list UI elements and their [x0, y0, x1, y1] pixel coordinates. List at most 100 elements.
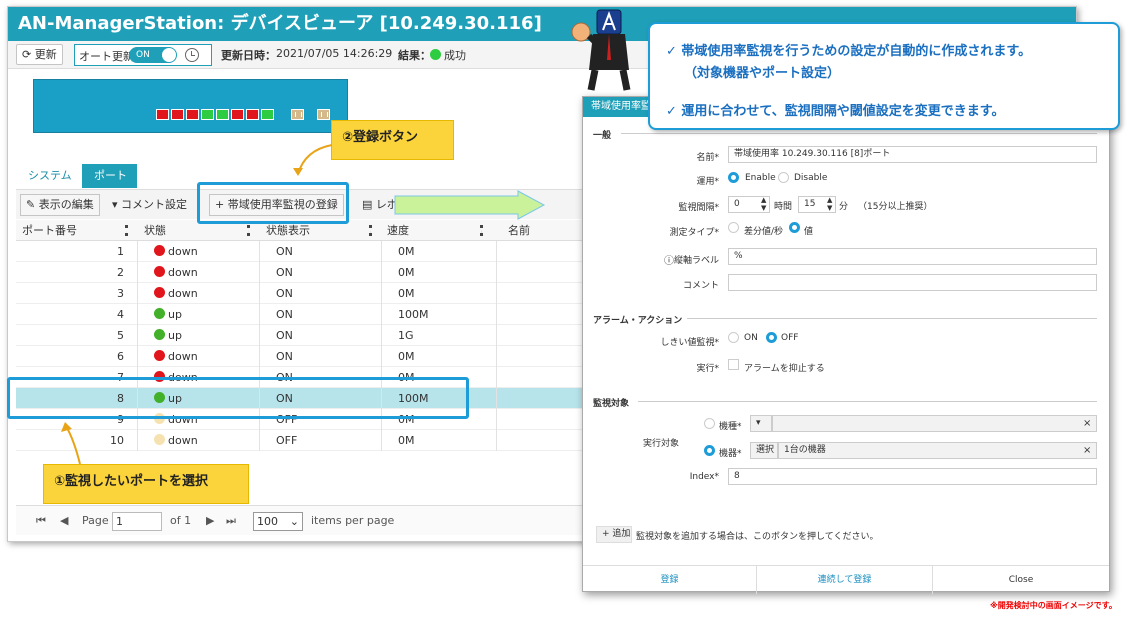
- speed-cell: 0M: [398, 287, 415, 300]
- plus-icon: +: [602, 529, 610, 539]
- measure-diff-radio[interactable]: [728, 222, 739, 233]
- port-6-icon[interactable]: [231, 109, 244, 120]
- dialog-footer: 登録 連続して登録 Close: [583, 565, 1109, 594]
- port-10-icon[interactable]: [317, 109, 330, 120]
- last-page-icon[interactable]: ⏭: [226, 514, 236, 528]
- divider: [496, 262, 497, 283]
- edit-display-button[interactable]: ✎ 表示の編集: [20, 194, 100, 216]
- status-dot-icon: [154, 434, 165, 445]
- minutes-unit: 分: [839, 202, 849, 212]
- vertical-label-label: 縦軸ラベル: [673, 256, 719, 266]
- measure-value-radio[interactable]: [789, 222, 800, 233]
- status-dot-icon: [154, 329, 165, 340]
- suppress-alarm-checkbox[interactable]: [728, 359, 739, 370]
- select-device-button[interactable]: 選択: [750, 442, 778, 459]
- page-label: Page: [82, 514, 109, 527]
- status-cell: up: [148, 325, 258, 346]
- disable-radio[interactable]: [778, 172, 789, 183]
- column-menu-icon[interactable]: [247, 225, 250, 236]
- table-row[interactable]: 10 down OFF 0M: [16, 430, 596, 451]
- col-name[interactable]: 名前: [502, 220, 592, 241]
- port-3-icon[interactable]: [186, 109, 199, 120]
- column-menu-icon[interactable]: [369, 225, 372, 236]
- status-dot-icon: [154, 350, 165, 361]
- status-dot-icon: [154, 245, 165, 256]
- close-icon[interactable]: ×: [1083, 418, 1091, 429]
- divider: [496, 409, 497, 430]
- threshold-on-radio[interactable]: [728, 332, 739, 343]
- table-row[interactable]: 1 down ON 0M: [16, 241, 596, 262]
- speed-cell: 0M: [398, 350, 415, 363]
- status-cell: down: [148, 283, 258, 304]
- port-5-icon[interactable]: [216, 109, 229, 120]
- pagination: ⏮ ◀ Page 1 of 1 ▶ ⏭ 100 ⌄ items per page: [16, 505, 596, 535]
- index-field[interactable]: 8: [728, 468, 1097, 485]
- enable-radio[interactable]: [728, 172, 739, 183]
- device-radio[interactable]: [704, 445, 715, 456]
- development-note: ※開発検討中の画面イメージです。: [990, 601, 1117, 610]
- refresh-button[interactable]: ⟳ 更新: [16, 44, 63, 65]
- col-port-number[interactable]: ポート番号: [16, 220, 132, 241]
- model-radio[interactable]: [704, 418, 715, 429]
- table-row[interactable]: 5 up ON 1G: [16, 325, 596, 346]
- clock-icon[interactable]: [185, 48, 199, 62]
- status-cell: down: [148, 241, 258, 262]
- close-button[interactable]: Close: [933, 566, 1109, 594]
- divider: [259, 283, 260, 304]
- auto-refresh-control: オート更新 ON: [74, 44, 212, 66]
- page-input[interactable]: 1: [112, 512, 162, 531]
- divider: [137, 262, 138, 283]
- model-dropdown[interactable]: ▾: [750, 415, 772, 432]
- divider: [259, 430, 260, 451]
- tab-system[interactable]: システム: [16, 164, 84, 188]
- table-row[interactable]: 4 up ON 100M: [16, 304, 596, 325]
- divider: [496, 325, 497, 346]
- register-continue-button[interactable]: 連続して登録: [757, 566, 933, 594]
- first-page-icon[interactable]: ⏮: [36, 514, 46, 528]
- tab-port[interactable]: ポート: [82, 164, 137, 188]
- register-button[interactable]: 登録: [583, 566, 757, 594]
- port-number-cell: 5: [117, 329, 124, 342]
- status-display-cell: ON: [276, 287, 293, 300]
- threshold-off-radio[interactable]: [766, 332, 777, 343]
- suppress-alarm-label: アラームを抑止する: [744, 364, 825, 374]
- table-row[interactable]: 3 down ON 0M: [16, 283, 596, 304]
- column-menu-icon[interactable]: [125, 225, 128, 236]
- comment-field[interactable]: [728, 274, 1097, 291]
- stepper-arrows-icon[interactable]: ▲ ▼: [827, 196, 832, 212]
- speed-cell: 0M: [398, 266, 415, 279]
- name-field[interactable]: 帯域使用率 10.249.30.116 [8]ポート: [728, 146, 1097, 163]
- column-menu-icon[interactable]: [480, 225, 483, 236]
- port-2-icon[interactable]: [171, 109, 184, 120]
- port-number-cell: 3: [117, 287, 124, 300]
- table-row[interactable]: 2 down ON 0M: [16, 262, 596, 283]
- per-page-select[interactable]: 100 ⌄: [253, 512, 303, 531]
- add-target-button[interactable]: + 追加: [596, 526, 632, 543]
- col-speed[interactable]: 速度: [381, 220, 491, 241]
- status-cell: down: [148, 262, 258, 283]
- divider: [496, 241, 497, 262]
- prev-page-icon[interactable]: ◀: [60, 514, 68, 527]
- port-8-icon[interactable]: [261, 109, 274, 120]
- table-row[interactable]: 6 down ON 0M: [16, 346, 596, 367]
- callout-pointer-icon: [293, 144, 333, 176]
- port-9-icon[interactable]: [291, 109, 304, 120]
- next-page-icon[interactable]: ▶: [206, 514, 214, 527]
- stepper-arrows-icon[interactable]: ▲ ▼: [761, 196, 766, 212]
- interval-label: 監視間隔*: [678, 203, 719, 213]
- toggle-knob: [162, 48, 176, 62]
- port-4-icon[interactable]: [201, 109, 214, 120]
- divider: [381, 325, 382, 346]
- close-icon[interactable]: ×: [1083, 445, 1091, 456]
- hours-unit: 時間: [774, 202, 793, 212]
- comment-settings-button[interactable]: ▾ コメント設定: [106, 194, 193, 216]
- divider: [259, 241, 260, 262]
- port-1-icon[interactable]: [156, 109, 169, 120]
- auto-refresh-label: オート更新: [79, 50, 134, 63]
- vertical-label-field[interactable]: %: [728, 248, 1097, 265]
- bubble-line-3: ✓ 運用に合わせて、監視間隔や閾値設定を変更できます。: [666, 104, 1005, 119]
- status-display-cell: ON: [276, 266, 293, 279]
- port-7-icon[interactable]: [246, 109, 259, 120]
- auto-refresh-toggle[interactable]: ON: [129, 47, 177, 63]
- threshold-off-label: OFF: [781, 333, 799, 343]
